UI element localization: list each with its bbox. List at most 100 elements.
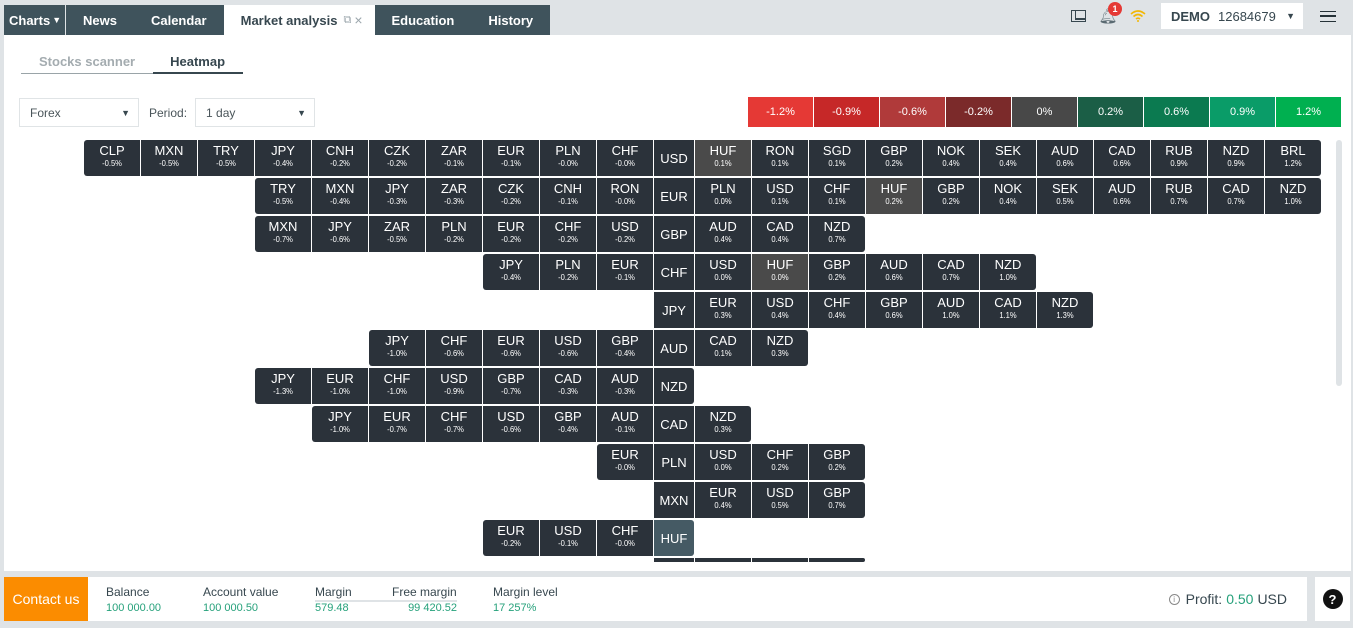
heatmap-cell[interactable]: CAD 0.7% bbox=[923, 254, 979, 290]
heatmap-cell[interactable]: NZD 1.0% bbox=[1265, 178, 1321, 214]
heatmap-cell[interactable]: CAD 0.1% bbox=[695, 330, 751, 366]
heatmap-cell[interactable]: MXN -0.5% bbox=[141, 140, 197, 176]
heatmap-cell[interactable]: AUD -0.1% bbox=[597, 406, 653, 442]
heatmap-cell[interactable]: EUR -0.7% bbox=[369, 406, 425, 442]
heatmap-cell[interactable] bbox=[809, 558, 865, 562]
heatmap-cell[interactable]: HUF 0.1% bbox=[695, 140, 751, 176]
heatmap-cell[interactable]: EUR 0.4% bbox=[695, 482, 751, 518]
heatmap-cell[interactable]: JPY -1.0% bbox=[312, 406, 368, 442]
heatmap-cell[interactable]: CNH -0.1% bbox=[540, 178, 596, 214]
heatmap-cell[interactable]: GBP 0.7% bbox=[809, 482, 865, 518]
account-selector[interactable]: DEMO 12684679 ▼ bbox=[1161, 3, 1303, 29]
heatmap-cell[interactable]: USD -0.1% bbox=[540, 520, 596, 556]
heatmap-cell[interactable]: GBP -0.4% bbox=[597, 330, 653, 366]
heatmap-cell[interactable]: GBP 0.6% bbox=[866, 292, 922, 328]
detach-icon[interactable]: ⧉ bbox=[343, 14, 351, 27]
heatmap-cell[interactable]: GBP 0.2% bbox=[866, 140, 922, 176]
heatmap-cell[interactable]: CHF -0.0% bbox=[597, 520, 653, 556]
heatmap-cell[interactable]: PLN -0.2% bbox=[426, 216, 482, 252]
close-icon[interactable]: × bbox=[354, 12, 362, 28]
heatmap-cell[interactable]: EUR -0.6% bbox=[483, 330, 539, 366]
heatmap-base-currency[interactable]: HUF bbox=[654, 520, 694, 556]
heatmap-cell[interactable]: CHF -0.0% bbox=[597, 140, 653, 176]
heatmap-cell[interactable]: PLN -0.2% bbox=[540, 254, 596, 290]
heatmap-cell[interactable]: AUD 0.6% bbox=[1037, 140, 1093, 176]
heatmap-cell[interactable]: TRY -0.5% bbox=[198, 140, 254, 176]
heatmap-cell[interactable]: NZD 0.3% bbox=[695, 406, 751, 442]
heatmap-cell[interactable]: NZD 0.7% bbox=[809, 216, 865, 252]
heatmap-cell[interactable]: EUR -0.2% bbox=[483, 520, 539, 556]
heatmap-cell[interactable]: HUF 0.2% bbox=[866, 178, 922, 214]
subtab-stocks-scanner[interactable]: Stocks scanner bbox=[21, 54, 154, 74]
heatmap-base-currency[interactable]: NZD bbox=[654, 368, 694, 404]
contact-us-button[interactable]: Contact us bbox=[4, 577, 88, 621]
heatmap-base-currency[interactable]: USD bbox=[654, 140, 694, 176]
heatmap-base-currency[interactable]: CHF bbox=[654, 254, 694, 290]
heatmap-cell[interactable]: TRY -0.5% bbox=[255, 178, 311, 214]
heatmap-cell[interactable]: AUD 0.6% bbox=[866, 254, 922, 290]
heatmap-cell[interactable]: AUD 0.6% bbox=[1094, 178, 1150, 214]
heatmap-cell[interactable]: USD 0.4% bbox=[752, 292, 808, 328]
tab-history[interactable]: History bbox=[471, 5, 551, 35]
heatmap-cell[interactable]: NZD 0.9% bbox=[1208, 140, 1264, 176]
heatmap-cell[interactable]: GBP 0.2% bbox=[923, 178, 979, 214]
heatmap-cell[interactable]: RON -0.0% bbox=[597, 178, 653, 214]
heatmap-base-currency[interactable]: MXN bbox=[654, 482, 694, 518]
market-select[interactable]: Forex ▼ bbox=[19, 98, 139, 127]
heatmap-cell[interactable]: SGD 0.1% bbox=[809, 140, 865, 176]
heatmap-base-currency[interactable]: GBP bbox=[654, 216, 694, 252]
heatmap-cell[interactable]: ZAR -0.5% bbox=[369, 216, 425, 252]
heatmap-cell[interactable]: CHF -0.7% bbox=[426, 406, 482, 442]
help-button[interactable]: ? bbox=[1315, 577, 1350, 621]
heatmap-cell[interactable]: CHF 0.4% bbox=[809, 292, 865, 328]
heatmap-cell[interactable]: CAD 1.1% bbox=[980, 292, 1036, 328]
heatmap-cell[interactable]: EUR -0.0% bbox=[597, 444, 653, 480]
heatmap-cell[interactable]: CAD 0.7% bbox=[1208, 178, 1264, 214]
heatmap-cell[interactable]: PLN 0.0% bbox=[695, 178, 751, 214]
heatmap-cell[interactable]: NZD 1.3% bbox=[1037, 292, 1093, 328]
heatmap-cell[interactable]: CZK -0.2% bbox=[483, 178, 539, 214]
heatmap-cell[interactable]: GBP 0.2% bbox=[809, 444, 865, 480]
heatmap-cell[interactable]: USD 0.1% bbox=[752, 178, 808, 214]
heatmap-cell[interactable]: USD -0.6% bbox=[540, 330, 596, 366]
heatmap-cell[interactable]: AUD 1.0% bbox=[923, 292, 979, 328]
heatmap-cell[interactable]: SEK 0.4% bbox=[980, 140, 1036, 176]
heatmap-cell[interactable]: GBP -0.7% bbox=[483, 368, 539, 404]
heatmap-cell[interactable]: MXN -0.4% bbox=[312, 178, 368, 214]
heatmap-cell[interactable]: NZD 0.3% bbox=[752, 330, 808, 366]
heatmap-cell[interactable]: EUR -0.2% bbox=[483, 216, 539, 252]
heatmap-cell[interactable]: USD 0.0% bbox=[695, 444, 751, 480]
heatmap-cell[interactable] bbox=[695, 558, 751, 562]
heatmap-cell[interactable]: JPY -1.0% bbox=[369, 330, 425, 366]
heatmap-cell[interactable]: CHF -1.0% bbox=[369, 368, 425, 404]
heatmap-cell[interactable]: RUB 0.7% bbox=[1151, 178, 1207, 214]
heatmap-cell[interactable]: USD 0.0% bbox=[695, 254, 751, 290]
heatmap-cell[interactable]: CAD -0.3% bbox=[540, 368, 596, 404]
heatmap-cell[interactable]: JPY -0.3% bbox=[369, 178, 425, 214]
heatmap-cell[interactable]: JPY -0.4% bbox=[255, 140, 311, 176]
layout-button[interactable] bbox=[1063, 3, 1093, 29]
heatmap-cell[interactable] bbox=[752, 558, 808, 562]
heatmap-cell[interactable]: JPY -0.6% bbox=[312, 216, 368, 252]
tab-news[interactable]: News bbox=[66, 5, 134, 35]
heatmap-cell[interactable]: BRL 1.2% bbox=[1265, 140, 1321, 176]
heatmap-cell[interactable]: CHF -0.6% bbox=[426, 330, 482, 366]
heatmap-base-currency[interactable]: CAD bbox=[654, 406, 694, 442]
heatmap-cell[interactable]: USD -0.9% bbox=[426, 368, 482, 404]
heatmap-base-currency[interactable] bbox=[654, 558, 694, 562]
heatmap-cell[interactable]: CLP -0.5% bbox=[84, 140, 140, 176]
heatmap-cell[interactable]: HUF 0.0% bbox=[752, 254, 808, 290]
heatmap-base-currency[interactable]: JPY bbox=[654, 292, 694, 328]
notifications-button[interactable]: 🔔︎ 1 bbox=[1093, 2, 1123, 29]
heatmap-cell[interactable]: CHF 0.1% bbox=[809, 178, 865, 214]
heatmap-cell[interactable]: USD 0.5% bbox=[752, 482, 808, 518]
heatmap-base-currency[interactable]: EUR bbox=[654, 178, 694, 214]
heatmap-cell[interactable]: RON 0.1% bbox=[752, 140, 808, 176]
heatmap-cell[interactable]: NOK 0.4% bbox=[980, 178, 1036, 214]
heatmap-cell[interactable]: EUR -0.1% bbox=[597, 254, 653, 290]
heatmap-cell[interactable]: JPY -0.4% bbox=[483, 254, 539, 290]
heatmap-cell[interactable]: RUB 0.9% bbox=[1151, 140, 1207, 176]
heatmap-cell[interactable]: USD -0.6% bbox=[483, 406, 539, 442]
vertical-scrollbar[interactable] bbox=[1336, 140, 1342, 386]
heatmap-cell[interactable]: CZK -0.2% bbox=[369, 140, 425, 176]
